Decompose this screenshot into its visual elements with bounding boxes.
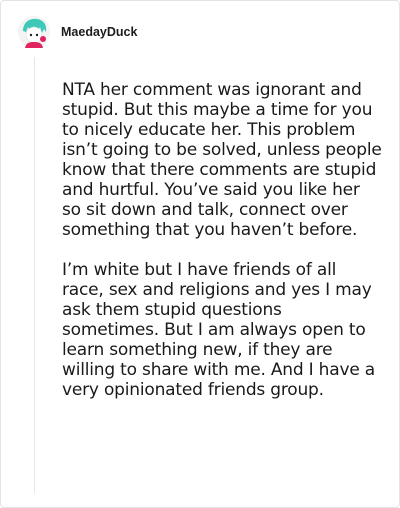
thread-line[interactable] — [34, 57, 35, 493]
comment-card: MaedayDuck NTA her comment was ignorant … — [0, 0, 400, 508]
comment-body: NTA her comment was ignorant and stupid.… — [62, 80, 382, 420]
comment-paragraph-2: I’m white but I have friends of all race… — [62, 260, 376, 400]
username[interactable]: MaedayDuck — [61, 25, 137, 39]
comment-paragraph-1: NTA her comment was ignorant and stupid.… — [62, 80, 382, 240]
avatar-icon — [18, 16, 50, 48]
user-avatar[interactable] — [17, 15, 51, 49]
